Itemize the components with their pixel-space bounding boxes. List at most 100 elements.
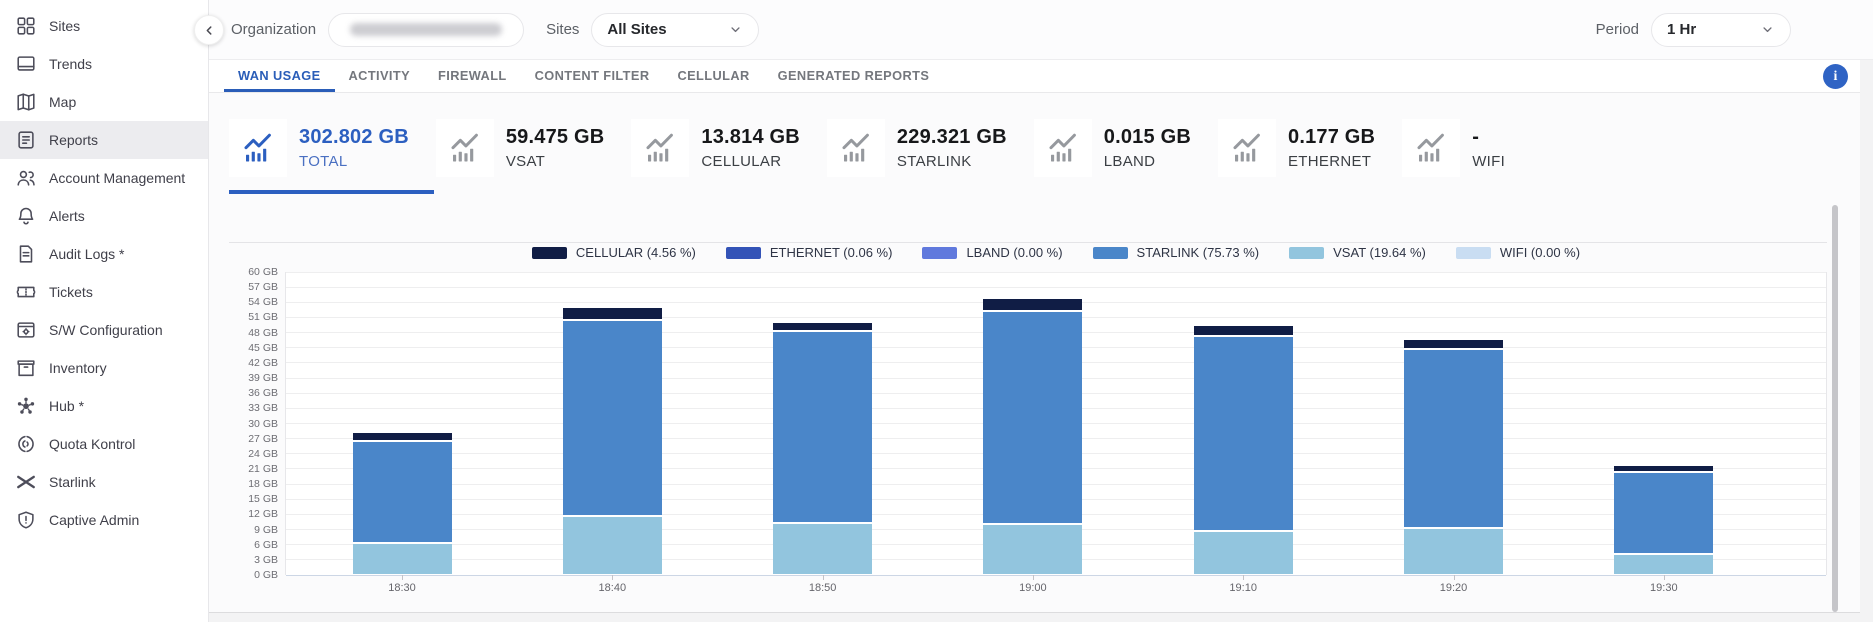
y-axis-tick-label: 48 GB: [238, 327, 278, 339]
back-button[interactable]: [194, 15, 224, 45]
stacked-bar-19-30[interactable]: [1614, 466, 1713, 574]
sites-select[interactable]: All Sites: [591, 13, 759, 47]
bar-segment-cellular: [1194, 326, 1293, 337]
sidebar-item-s-w-configuration[interactable]: S/W Configuration: [0, 311, 208, 349]
stat-card-ethernet[interactable]: 0.177 GB ETHERNET: [1218, 119, 1375, 177]
chart-stat-icon: [827, 119, 885, 177]
starlink-icon: [15, 471, 37, 493]
stacked-bar-18-30[interactable]: [353, 433, 452, 574]
sidebar-item-alerts[interactable]: Alerts: [0, 197, 208, 235]
sidebar-item-label: Reports: [49, 132, 98, 148]
sidebar-item-label: Map: [49, 94, 76, 110]
bar-segment-starlink: [353, 442, 452, 545]
map-icon: [15, 91, 37, 113]
sites-grid-icon: [15, 15, 37, 37]
section-divider: [229, 242, 1827, 243]
reports-icon: [15, 129, 37, 151]
tab-generated-reports[interactable]: GENERATED REPORTS: [764, 60, 944, 92]
tab-activity[interactable]: ACTIVITY: [335, 60, 425, 92]
stat-card-text: 13.814 GBCELLULAR: [701, 126, 800, 170]
gridline: [286, 287, 1826, 288]
sidebar-item-map[interactable]: Map: [0, 83, 208, 121]
stat-card-text: 302.802 GBTOTAL: [299, 126, 409, 170]
stacked-bar-19-10[interactable]: [1194, 326, 1293, 574]
x-axis-tick-mark: [823, 575, 824, 580]
y-axis-tick-label: 57 GB: [238, 281, 278, 293]
info-icon[interactable]: i: [1823, 64, 1848, 89]
sidebar-item-starlink[interactable]: Starlink: [0, 463, 208, 501]
tab-cellular[interactable]: CELLULAR: [663, 60, 763, 92]
x-axis-tick-mark: [402, 575, 403, 580]
stat-card-text: 0.177 GB ETHERNET: [1288, 126, 1375, 170]
stat-card-label: ETHERNET: [1288, 153, 1375, 170]
tab-content-filter[interactable]: CONTENT FILTER: [521, 60, 664, 92]
legend-item-ethernet[interactable]: ETHERNET (0.06 %): [726, 245, 893, 260]
sidebar-item-label: Alerts: [49, 208, 85, 224]
trends-icon: [15, 53, 37, 75]
bar-segment-cellular: [353, 433, 452, 442]
sites-select-value: All Sites: [607, 21, 666, 38]
bar-segment-starlink: [1404, 350, 1503, 529]
chart-stat-icon: [229, 119, 287, 177]
legend-item-wifi[interactable]: WIFI (0.00 %): [1456, 245, 1580, 260]
stat-card-cellular[interactable]: 13.814 GBCELLULAR: [631, 119, 800, 177]
sidebar-item-quota-kontrol[interactable]: Quota Kontrol: [0, 425, 208, 463]
sidebar-item-trends[interactable]: Trends: [0, 45, 208, 83]
x-axis-tick-mark: [1243, 575, 1244, 580]
legend-swatch: [726, 247, 761, 259]
x-axis-tick-label: 19:10: [1208, 582, 1278, 594]
legend-swatch: [1093, 247, 1128, 259]
stat-card-value: 0.177 GB: [1288, 126, 1375, 149]
organization-label: Organization: [231, 21, 316, 38]
x-axis-tick-label: 19:30: [1629, 582, 1699, 594]
legend-label: CELLULAR (4.56 %): [576, 245, 696, 260]
organization-select[interactable]: [328, 13, 524, 47]
legend-item-cellular[interactable]: CELLULAR (4.56 %): [532, 245, 696, 260]
legend-item-lband[interactable]: LBAND (0.00 %): [922, 245, 1062, 260]
stat-card-starlink[interactable]: 229.321 GBSTARLINK: [827, 119, 1007, 177]
sidebar-item-hub[interactable]: Hub *: [0, 387, 208, 425]
y-axis-tick-label: 33 GB: [238, 402, 278, 414]
tickets-icon: [15, 281, 37, 303]
y-axis-tick-label: 27 GB: [238, 433, 278, 445]
sidebar-item-audit-logs[interactable]: Audit Logs *: [0, 235, 208, 273]
legend-item-starlink[interactable]: STARLINK (75.73 %): [1093, 245, 1260, 260]
x-axis-tick-label: 18:40: [577, 582, 647, 594]
legend-label: WIFI (0.00 %): [1500, 245, 1580, 260]
stat-card-wifi[interactable]: -WIFI: [1402, 119, 1505, 177]
sidebar-item-reports[interactable]: Reports: [0, 121, 208, 159]
sidebar-item-sites[interactable]: Sites: [0, 7, 208, 45]
stacked-bar-18-40[interactable]: [563, 308, 662, 574]
chart-stat-icon: [436, 119, 494, 177]
stat-card-text: -WIFI: [1472, 126, 1505, 170]
period-select[interactable]: 1 Hr: [1651, 13, 1791, 47]
bar-segment-vsat: [563, 517, 662, 574]
stacked-bar-18-50[interactable]: [773, 323, 872, 574]
bar-segment-vsat: [773, 524, 872, 575]
selected-card-underline: [229, 190, 434, 194]
stat-card-total[interactable]: 302.802 GBTOTAL: [229, 119, 409, 177]
x-axis-tick-label: 19:20: [1419, 582, 1489, 594]
vertical-scrollbar[interactable]: [1832, 205, 1838, 612]
stat-card-label: CELLULAR: [701, 153, 800, 170]
stat-card-vsat[interactable]: 59.475 GBVSAT: [436, 119, 605, 177]
x-axis-tick-mark: [1454, 575, 1455, 580]
bar-segment-cellular: [773, 323, 872, 333]
sidebar-item-tickets[interactable]: Tickets: [0, 273, 208, 311]
legend-item-vsat[interactable]: VSAT (19.64 %): [1289, 245, 1426, 260]
tab-wan-usage[interactable]: WAN USAGE: [224, 60, 335, 92]
stat-card-value: 0.015 GB: [1104, 126, 1191, 149]
sidebar-item-inventory[interactable]: Inventory: [0, 349, 208, 387]
sidebar-item-account-management[interactable]: Account Management: [0, 159, 208, 197]
x-axis-tick-mark: [1033, 575, 1034, 580]
sidebar-item-captive-admin[interactable]: Captive Admin: [0, 501, 208, 539]
stacked-bar-19-20[interactable]: [1404, 340, 1503, 574]
bar-segment-cellular: [983, 299, 1082, 312]
tab-firewall[interactable]: FIREWALL: [424, 60, 521, 92]
stat-card-lband[interactable]: 0.015 GB LBAND: [1034, 119, 1191, 177]
y-axis-tick-label: 24 GB: [238, 448, 278, 460]
y-axis-tick-label: 9 GB: [238, 524, 278, 536]
stacked-bar-19-00[interactable]: [983, 299, 1082, 574]
bar-segment-cellular: [1404, 340, 1503, 350]
stat-card-label: LBAND: [1104, 153, 1191, 170]
